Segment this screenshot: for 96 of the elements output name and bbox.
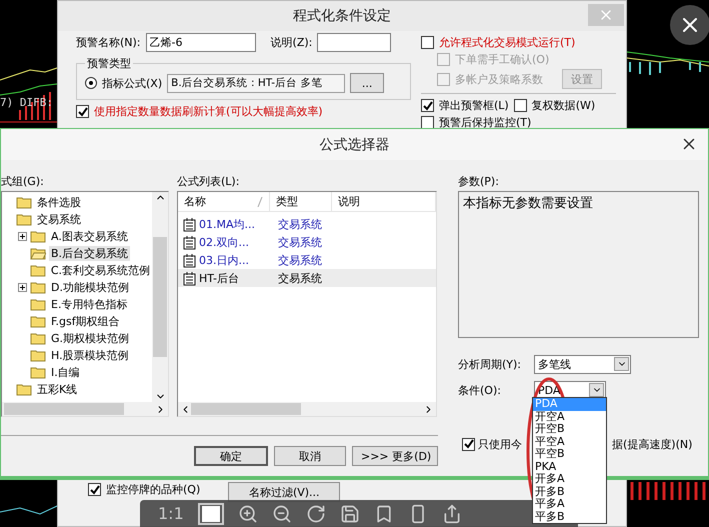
folder-icon: [30, 349, 46, 362]
period-dropdown[interactable]: 多笔线: [534, 354, 631, 374]
table-cell: 交易系统: [278, 216, 322, 232]
radio-label: 指标公式(X): [102, 76, 162, 90]
checkbox[interactable]: [514, 99, 527, 112]
option-label: 据(提高速度)(N): [612, 436, 692, 452]
option-label: 下单需手工确认(O): [455, 52, 550, 67]
formula-icon: [182, 216, 197, 232]
checkbox[interactable]: [421, 99, 434, 112]
table-cell: 03.日内...: [199, 252, 249, 268]
input-field[interactable]: 乙烯-6: [146, 33, 256, 52]
checkbox[interactable]: [76, 105, 89, 118]
table-cell: 交易系统: [278, 234, 322, 250]
sort-icon: [257, 196, 263, 206]
field-label: 条件(O):: [458, 382, 502, 398]
tree-item[interactable]: I.自编: [49, 365, 82, 380]
option-label: 只使用今: [478, 436, 522, 452]
dialog-button[interactable]: >>> 更多(D): [352, 446, 438, 466]
formula-icon: [182, 252, 197, 268]
dialog-button[interactable]: 确定: [194, 446, 268, 466]
table-cell: 02.双向...: [199, 234, 249, 250]
table-cell: HT-后台: [199, 270, 239, 286]
folder-icon: [30, 298, 46, 311]
tree-item[interactable]: H.股票模块范例: [49, 348, 131, 363]
folder-icon: [30, 315, 46, 328]
list-row[interactable]: 01.MA均... 交易系统: [178, 215, 436, 233]
expand-icon[interactable]: [18, 283, 27, 292]
fit-icon[interactable]: [198, 502, 224, 524]
field-label: 分析周期(Y):: [458, 356, 522, 372]
scrollbar[interactable]: [178, 402, 436, 416]
table-cell: 交易系统: [278, 252, 322, 268]
tree-item[interactable]: B.后台交易系统: [49, 246, 130, 261]
dialog-button[interactable]: 取消: [274, 446, 346, 466]
column-header[interactable]: 名称: [178, 192, 270, 211]
option-label: 弹出预警框(L): [439, 98, 509, 113]
table-cell: 01.MA均...: [199, 216, 255, 232]
params-text: 本指标无参数需要设置: [462, 195, 594, 213]
tree-item[interactable]: D.功能模块范例: [49, 280, 131, 295]
tree-item[interactable]: G.期权模块范例: [49, 331, 132, 346]
list-row[interactable]: 03.日内... 交易系统: [178, 251, 436, 269]
group-title: 预警类型: [86, 56, 132, 71]
option-label: 允许程式化交易模式运行(T): [439, 35, 576, 50]
checkbox[interactable]: [421, 36, 434, 49]
folder-icon: [30, 281, 46, 294]
filter-button[interactable]: 名称过滤(V)...: [228, 482, 340, 502]
radio-button[interactable]: [85, 77, 97, 89]
option-label: 预警后保持监控(T): [439, 115, 532, 130]
panel-label: 式组(G):: [1, 174, 45, 189]
tree-item[interactable]: 交易系统: [35, 212, 83, 227]
zoom-label[interactable]: 1:1: [158, 504, 184, 523]
table-cell: 交易系统: [278, 270, 322, 286]
folder-icon: [16, 196, 32, 209]
list-row[interactable]: 02.双向... 交易系统: [178, 233, 436, 251]
field-label: 预警名称(N):: [76, 35, 141, 50]
checkbox[interactable]: [88, 483, 101, 496]
folder-icon: [30, 230, 46, 243]
formula-icon: [182, 270, 197, 286]
checkbox[interactable]: [421, 116, 434, 129]
tree-item[interactable]: F.gsf期权组合: [49, 314, 122, 329]
share-icon[interactable]: [442, 504, 462, 524]
field-label: 说明(Z):: [270, 35, 312, 50]
tree-item[interactable]: 条件选股: [35, 195, 83, 210]
scrollbar[interactable]: [2, 402, 168, 416]
folder-icon: [16, 383, 32, 396]
column-header[interactable]: 类型: [270, 192, 332, 211]
formula-field: B.后台交易系统 : HT-后台 多笔: [167, 74, 346, 92]
folder-icon: [30, 366, 46, 379]
panel-label: 参数(P):: [458, 174, 500, 189]
list-row[interactable]: HT-后台 交易系统: [178, 269, 436, 287]
close-button[interactable]: [670, 5, 709, 45]
checkbox[interactable]: [462, 438, 475, 450]
zoom-in-icon[interactable]: [238, 504, 258, 524]
folder-icon: [30, 332, 46, 345]
option-label: 监控停牌的品种(Q): [106, 482, 200, 497]
tree-item[interactable]: 五彩K线: [35, 382, 80, 397]
window-title: 公式选择器: [320, 136, 390, 154]
window-title: 程式化条件设定: [293, 7, 391, 25]
input-field[interactable]: [317, 33, 392, 52]
scrollbar[interactable]: [152, 192, 168, 402]
tree-item[interactable]: E.专用特色指标: [49, 297, 130, 312]
folder-icon: [16, 213, 32, 226]
tree-item[interactable]: C.套利交易系统范例: [48, 263, 152, 278]
folder-icon: [30, 264, 46, 277]
panel-label: 公式列表(L):: [177, 174, 240, 189]
option-label: 复权数据(W): [532, 98, 596, 113]
column-header[interactable]: 说明: [332, 192, 436, 211]
save-icon[interactable]: [340, 504, 360, 524]
expand-icon[interactable]: [18, 232, 27, 241]
zoom-out-icon[interactable]: [272, 504, 292, 524]
rotate-icon[interactable]: [306, 504, 326, 524]
browse-button[interactable]: ...: [350, 73, 384, 93]
option-label: 使用指定数量数据刷新计算(可以大幅提高效率): [94, 104, 323, 119]
formula-icon: [182, 234, 197, 250]
option-label: 多帐户及策略系数: [455, 72, 543, 86]
open-folder-icon: [30, 247, 46, 260]
tree-item[interactable]: A.图表交易系统: [49, 229, 130, 244]
